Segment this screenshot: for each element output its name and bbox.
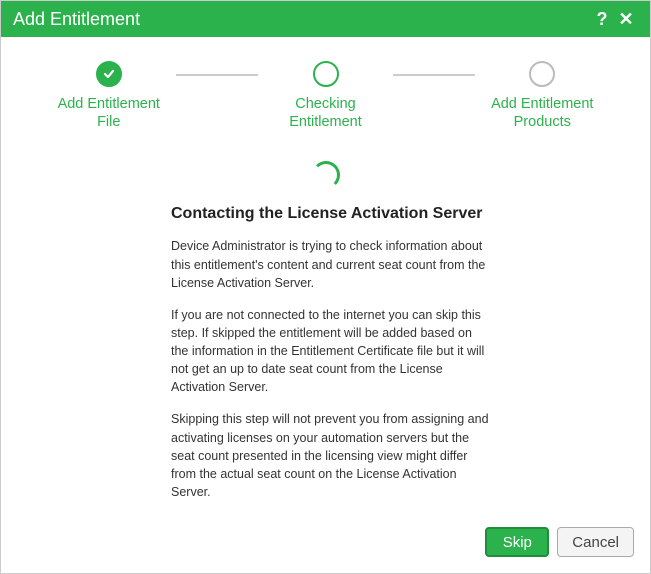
close-icon[interactable]: ✕ — [614, 9, 638, 30]
add-entitlement-dialog: Add Entitlement ? ✕ Add EntitlementFile … — [0, 0, 651, 574]
titlebar: Add Entitlement ? ✕ — [1, 1, 650, 37]
paragraph: Skipping this step will not prevent you … — [171, 410, 491, 501]
content-area: Contacting the License Activation Server… — [1, 141, 650, 515]
step-label: Add EntitlementFile — [58, 95, 160, 131]
dialog-footer: Skip Cancel — [1, 515, 650, 573]
paragraph: Device Administrator is trying to check … — [171, 237, 491, 291]
content-body: Device Administrator is trying to check … — [171, 237, 491, 515]
content-heading: Contacting the License Activation Server — [171, 205, 482, 223]
spinner-icon — [312, 161, 340, 189]
wizard-steps: Add EntitlementFile CheckingEntitlement … — [1, 37, 650, 141]
step-add-file: Add EntitlementFile — [41, 61, 176, 131]
step-add-products: Add EntitlementProducts — [475, 61, 610, 131]
paragraph: If you are not connected to the internet… — [171, 306, 491, 397]
step-checking: CheckingEntitlement — [258, 61, 393, 131]
step-pending-icon — [529, 61, 555, 87]
step-current-icon — [313, 61, 339, 87]
step-connector — [176, 74, 257, 76]
step-label: Add EntitlementProducts — [491, 95, 593, 131]
step-label: CheckingEntitlement — [289, 95, 362, 131]
skip-button[interactable]: Skip — [485, 527, 549, 557]
dialog-title: Add Entitlement — [13, 9, 590, 30]
help-icon[interactable]: ? — [590, 9, 614, 30]
step-connector — [393, 74, 474, 76]
cancel-button[interactable]: Cancel — [557, 527, 634, 557]
step-completed-icon — [96, 61, 122, 87]
